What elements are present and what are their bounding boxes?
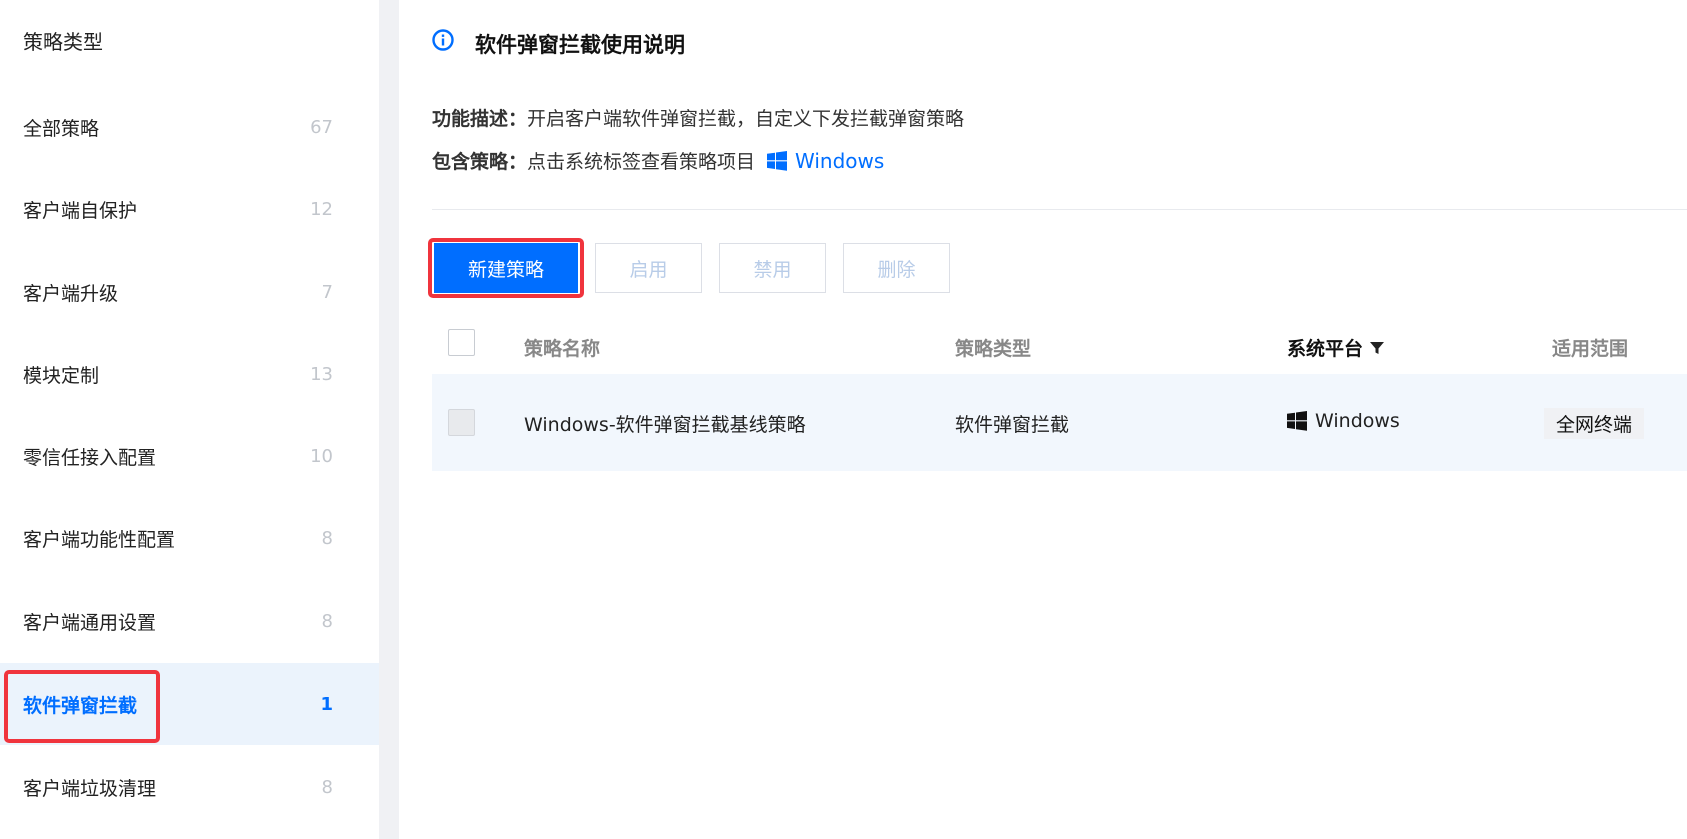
desc-key: 功能描述： — [432, 108, 528, 130]
desc-value: 开启客户端软件弹窗拦截，自定义下发拦截弹窗策略 — [527, 108, 965, 130]
included-policies: 包含策略： 点击系统标签查看策略项目 Windows — [432, 147, 884, 174]
new-policy-button[interactable]: 新建策略 — [434, 243, 578, 293]
delete-button[interactable]: 删除 — [843, 243, 950, 293]
row-policy-name[interactable]: Windows-软件弹窗拦截基线策略 — [524, 410, 806, 437]
sidebar-item-count: 67 — [310, 116, 333, 138]
info-icon — [432, 29, 454, 51]
sidebar-item-label: 软件弹窗拦截 — [23, 694, 138, 717]
sidebar-item-junk-clean[interactable]: 客户端垃圾清理 8 — [0, 746, 379, 828]
table-header: 策略名称 策略类型 系统平台 适用范围 — [432, 322, 1687, 372]
header-policy-type: 策略类型 — [955, 338, 1032, 360]
sidebar-item-popup-block[interactable]: 软件弹窗拦截 1 — [0, 663, 379, 745]
row-policy-type: 软件弹窗拦截 — [955, 414, 1070, 436]
sidebar-item-count: 8 — [321, 610, 333, 632]
header-scope: 适用范围 — [1552, 338, 1629, 360]
filter-icon[interactable] — [1369, 340, 1385, 356]
sidebar-title: 策略类型 — [23, 30, 103, 54]
sidebar-gutter — [379, 0, 399, 839]
table-row[interactable]: Windows-软件弹窗拦截基线策略 软件弹窗拦截 Windows 全网终端 — [432, 374, 1687, 471]
sidebar-item-client-general[interactable]: 客户端通用设置 8 — [0, 580, 379, 662]
include-key: 包含策略： — [432, 151, 528, 173]
select-all-checkbox[interactable] — [448, 329, 475, 356]
sidebar-item-count: 10 — [310, 445, 333, 467]
sidebar-item-label: 客户端自保护 — [23, 199, 138, 222]
windows-icon — [767, 150, 788, 171]
sidebar-item-count: 8 — [321, 527, 333, 549]
include-value: 点击系统标签查看策略项目 — [527, 151, 756, 173]
enable-button[interactable]: 启用 — [595, 243, 702, 293]
row-checkbox[interactable] — [448, 409, 475, 436]
windows-icon — [1287, 411, 1307, 431]
function-description: 功能描述： 开启客户端软件弹窗拦截，自定义下发拦截弹窗策略 — [432, 104, 964, 131]
sidebar-item-zero-trust[interactable]: 零信任接入配置 10 — [0, 415, 379, 497]
divider — [432, 209, 1687, 210]
sidebar-item-client-self-protect[interactable]: 客户端自保护 12 — [0, 168, 379, 250]
row-platform: Windows — [1287, 410, 1400, 432]
sidebar-item-count: 12 — [310, 198, 333, 220]
sidebar-item-count: 1 — [320, 693, 333, 715]
sidebar-item-count: 8 — [321, 776, 333, 798]
row-scope-tag: 全网终端 — [1544, 408, 1645, 439]
header-policy-name: 策略名称 — [524, 338, 601, 360]
sidebar-item-label: 客户端功能性配置 — [23, 528, 176, 551]
header-platform[interactable]: 系统平台 — [1287, 334, 1385, 361]
sidebar-item-label: 全部策略 — [23, 117, 100, 140]
sidebar-item-count: 13 — [310, 363, 333, 385]
main-content: 软件弹窗拦截使用说明 功能描述： 开启客户端软件弹窗拦截，自定义下发拦截弹窗策略… — [399, 0, 1687, 839]
sidebar-item-count: 7 — [321, 281, 333, 303]
sidebar-item-client-function[interactable]: 客户端功能性配置 8 — [0, 497, 379, 579]
sidebar-item-label: 客户端垃圾清理 — [23, 777, 157, 800]
windows-platform-link[interactable]: Windows — [767, 149, 884, 173]
sidebar-item-label: 模块定制 — [23, 364, 100, 387]
windows-link-label: Windows — [795, 148, 885, 173]
sidebar-item-module-custom[interactable]: 模块定制 13 — [0, 333, 379, 415]
policy-type-sidebar: 策略类型 全部策略 67 客户端自保护 12 客户端升级 7 模块定制 13 零… — [0, 0, 379, 839]
sidebar-item-client-upgrade[interactable]: 客户端升级 7 — [0, 251, 379, 333]
header-platform-label: 系统平台 — [1287, 338, 1364, 360]
sidebar-item-label: 零信任接入配置 — [23, 446, 157, 469]
sidebar-item-label: 客户端通用设置 — [23, 611, 157, 634]
sidebar-item-label: 客户端升级 — [23, 282, 119, 305]
sidebar-item-all-policies[interactable]: 全部策略 67 — [0, 86, 379, 168]
row-platform-label: Windows — [1315, 410, 1400, 432]
notice-title: 软件弹窗拦截使用说明 — [475, 33, 685, 57]
disable-button[interactable]: 禁用 — [719, 243, 826, 293]
